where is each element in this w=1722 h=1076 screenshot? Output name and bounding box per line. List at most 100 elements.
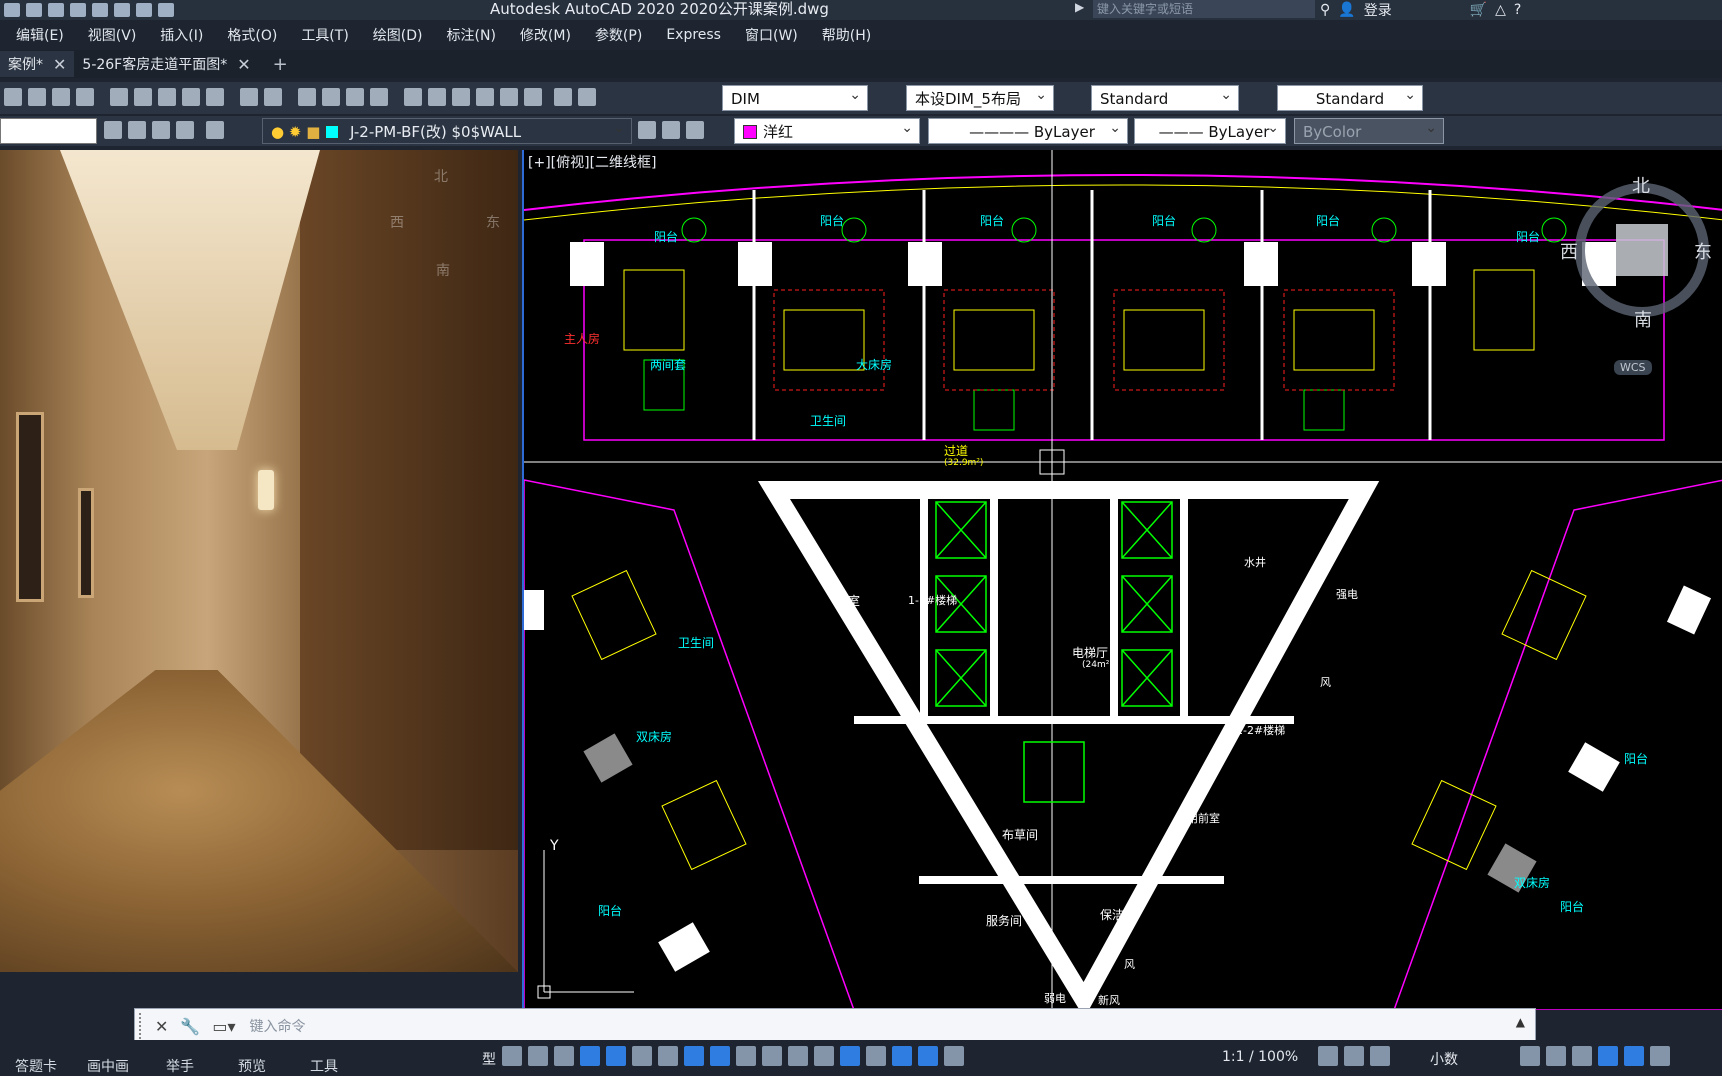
viewcube-east[interactable]: 东 bbox=[1694, 238, 1712, 264]
transparency-icon[interactable] bbox=[762, 1046, 782, 1066]
calculator-icon[interactable] bbox=[524, 88, 542, 106]
paste-icon[interactable] bbox=[158, 88, 176, 106]
customize-icon[interactable] bbox=[1650, 1046, 1670, 1066]
print-icon[interactable] bbox=[52, 88, 70, 106]
color-select[interactable]: 洋红 bbox=[734, 118, 920, 144]
open-icon[interactable] bbox=[28, 88, 46, 106]
menu-insert[interactable]: 插入(I) bbox=[160, 25, 203, 45]
redo-icon[interactable] bbox=[264, 88, 282, 106]
annotation-scale[interactable]: 1:1 / 100% bbox=[1222, 1049, 1298, 1065]
hardware-accel-icon[interactable] bbox=[1598, 1046, 1618, 1066]
linetype-select[interactable]: ———— ByLayer bbox=[928, 118, 1128, 144]
viewcube-west[interactable]: 西 bbox=[1560, 238, 1578, 264]
menu-draw[interactable]: 绘图(D) bbox=[373, 25, 423, 45]
gear-icon[interactable] bbox=[1318, 1046, 1338, 1066]
lineweight-select[interactable]: ——— ByLayer bbox=[1134, 118, 1286, 144]
menu-parametric[interactable]: 参数(P) bbox=[595, 25, 642, 45]
lineweight-icon[interactable] bbox=[736, 1046, 756, 1066]
properties-icon[interactable] bbox=[404, 88, 422, 106]
layer-walk-icon[interactable] bbox=[206, 121, 224, 139]
search-expand-icon[interactable]: ▶ bbox=[1075, 0, 1084, 14]
layer-prev-icon[interactable] bbox=[662, 121, 680, 139]
answer-sheet-button[interactable]: 答题卡 bbox=[0, 1056, 72, 1076]
undo-icon[interactable] bbox=[240, 88, 258, 106]
cart-icon[interactable]: 🛒 bbox=[1470, 2, 1487, 18]
text-style-icon[interactable] bbox=[578, 88, 596, 106]
layer-select[interactable]: ● ✹ ■ J-2-PM-BF(改) $0$WALL bbox=[262, 118, 632, 144]
wcs-menu[interactable]: WCS bbox=[1614, 360, 1652, 375]
zoom-previous-icon[interactable] bbox=[370, 88, 388, 106]
pan-icon[interactable] bbox=[298, 88, 316, 106]
model-label[interactable]: 型 bbox=[482, 1049, 496, 1069]
menu-modify[interactable]: 修改(M) bbox=[520, 25, 571, 45]
raise-hand-button[interactable]: 举手 bbox=[144, 1056, 216, 1076]
a360-icon[interactable]: △ bbox=[1495, 2, 1506, 18]
drawing-viewport[interactable]: [+][俯视][二维线框] 阳台 阳台 阳台 阳台 阳台 阳台 主人房 两间套 … bbox=[522, 150, 1722, 1010]
make-current-icon[interactable] bbox=[638, 121, 656, 139]
layer-state-icon[interactable] bbox=[128, 121, 146, 139]
viewcube-south[interactable]: 南 bbox=[1634, 306, 1652, 332]
units-icon[interactable] bbox=[1370, 1046, 1390, 1066]
menu-view[interactable]: 视图(V) bbox=[88, 25, 137, 45]
signin-link[interactable]: 登录 bbox=[1364, 0, 1392, 20]
new-tab-icon[interactable]: + bbox=[273, 54, 288, 75]
save-icon[interactable] bbox=[4, 3, 20, 17]
dynamic-input-icon[interactable] bbox=[580, 1046, 600, 1066]
zoom-window-icon[interactable] bbox=[346, 88, 364, 106]
help-icon[interactable] bbox=[554, 88, 572, 106]
isodraft-icon[interactable] bbox=[658, 1046, 678, 1066]
help-search-input[interactable]: 键入关键字或短语 bbox=[1093, 0, 1315, 18]
infer-icon[interactable] bbox=[554, 1046, 574, 1066]
redo-icon[interactable] bbox=[136, 3, 152, 17]
user-icon[interactable]: 👤 bbox=[1338, 2, 1355, 18]
units-label[interactable]: 小数 bbox=[1430, 1049, 1458, 1069]
close-icon[interactable]: ✕ bbox=[53, 55, 66, 74]
menu-tools[interactable]: 工具(T) bbox=[301, 25, 348, 45]
save-as-icon[interactable] bbox=[26, 3, 42, 17]
help-icon[interactable]: ? bbox=[1514, 2, 1521, 18]
tools-button[interactable]: 工具 bbox=[288, 1056, 360, 1076]
drag-handle[interactable] bbox=[139, 1013, 149, 1039]
undo-icon[interactable] bbox=[114, 3, 130, 17]
dim-style-select[interactable]: 本设DIM_5布局 bbox=[906, 85, 1054, 111]
osnap-icon[interactable] bbox=[710, 1046, 730, 1066]
text-style-select[interactable]: DIM bbox=[722, 85, 868, 111]
object-track-icon[interactable] bbox=[684, 1046, 704, 1066]
close-icon[interactable]: ✕ bbox=[155, 1017, 168, 1036]
gizmo-icon[interactable] bbox=[892, 1046, 912, 1066]
polar-icon[interactable] bbox=[632, 1046, 652, 1066]
lock-ui-icon[interactable] bbox=[1546, 1046, 1566, 1066]
cut-icon[interactable] bbox=[110, 88, 128, 106]
plus-icon[interactable] bbox=[1344, 1046, 1364, 1066]
preview-button[interactable]: 预览 bbox=[216, 1056, 288, 1076]
command-input[interactable]: 键入命令 bbox=[249, 1016, 305, 1036]
publish-icon[interactable] bbox=[70, 3, 86, 17]
3d-osnap-icon[interactable] bbox=[814, 1046, 834, 1066]
auto-scale-icon[interactable] bbox=[944, 1046, 964, 1066]
tab-case[interactable]: 案例* ✕ bbox=[0, 51, 75, 77]
new-icon[interactable] bbox=[4, 88, 22, 106]
recent-commands-icon[interactable]: ▭▾ bbox=[212, 1017, 235, 1036]
copy-icon[interactable] bbox=[134, 88, 152, 106]
annotation-visibility-icon[interactable] bbox=[918, 1046, 938, 1066]
sheet-set-icon[interactable] bbox=[476, 88, 494, 106]
wrench-icon[interactable]: 🔧 bbox=[180, 1017, 200, 1036]
menu-dimension[interactable]: 标注(N) bbox=[447, 25, 496, 45]
selection-cycling-icon[interactable] bbox=[788, 1046, 808, 1066]
viewcube-north[interactable]: 北 bbox=[1632, 172, 1650, 198]
close-icon[interactable]: ✕ bbox=[237, 55, 250, 74]
3d-print-icon[interactable] bbox=[76, 88, 94, 106]
layer-isolate-icon[interactable] bbox=[686, 121, 704, 139]
isolate-objects-icon[interactable] bbox=[1572, 1046, 1592, 1066]
multileader-style-select[interactable]: Standard bbox=[1277, 85, 1423, 111]
selection-filter-icon[interactable] bbox=[866, 1046, 886, 1066]
chevron-up-icon[interactable]: ▲ bbox=[1516, 1015, 1525, 1029]
menu-window[interactable]: 窗口(W) bbox=[745, 25, 798, 45]
binoculars-icon[interactable]: ⚲ bbox=[1320, 2, 1330, 18]
snap-icon[interactable] bbox=[528, 1046, 548, 1066]
menu-format[interactable]: 格式(O) bbox=[227, 25, 277, 45]
layer-previous-icon[interactable] bbox=[152, 121, 170, 139]
layer-match-icon[interactable] bbox=[176, 121, 194, 139]
layer-properties-icon[interactable] bbox=[104, 121, 122, 139]
zoom-realtime-icon[interactable] bbox=[322, 88, 340, 106]
